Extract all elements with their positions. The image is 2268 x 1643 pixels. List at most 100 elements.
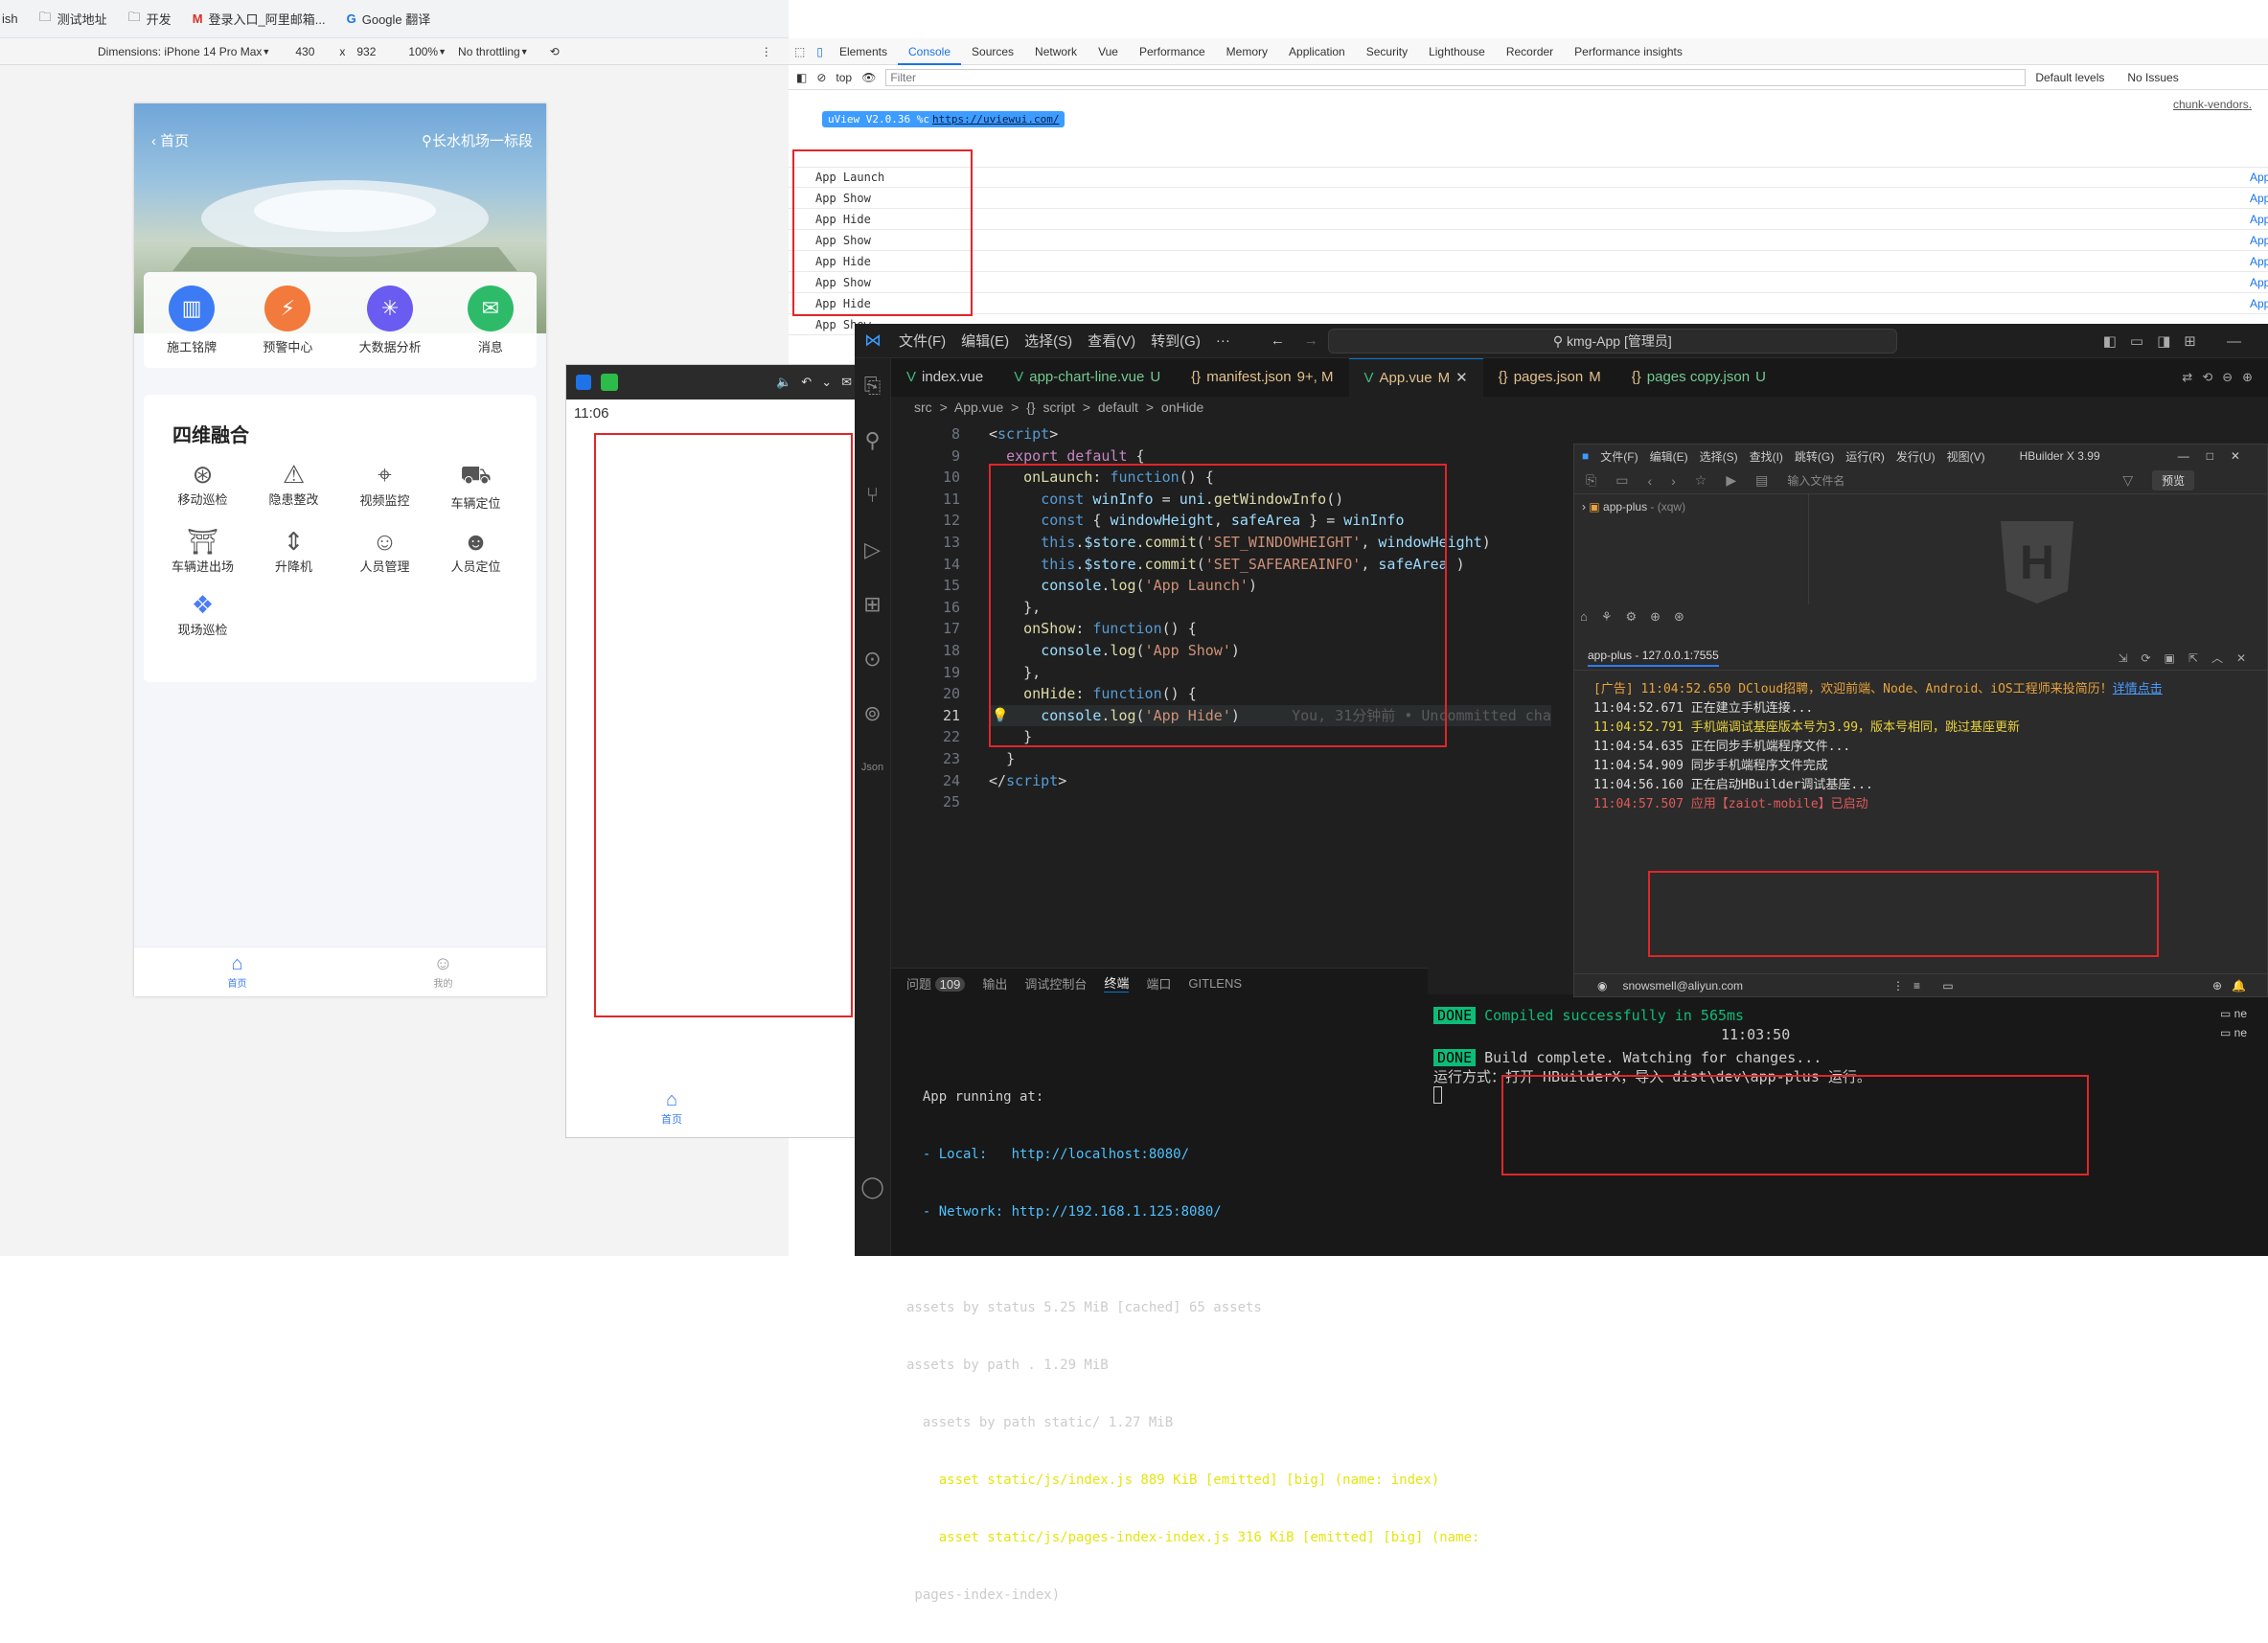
remote-icon[interactable]: ⊚ [855,686,890,741]
terminal-list[interactable]: ▭ ne ▭ ne [2211,994,2268,1052]
console-tab-label[interactable]: app-plus - 127.0.0.1:7555 [1588,649,1719,667]
run-icon[interactable]: ▶ [1726,472,1736,489]
menu-item-bigdata[interactable]: ✳ 大数据分析 [359,285,422,355]
grid-item[interactable]: ⚠ 隐患整改 [248,460,339,512]
tab-sources[interactable]: Sources [961,38,1024,65]
run-debug-icon[interactable]: ▷ [855,522,890,577]
grid-item[interactable]: ⊛ 移动巡检 [157,460,248,512]
grid-item[interactable]: ⇕ 升降机 [248,527,339,575]
tab-pages-json[interactable]: {} pages.json M [1483,358,1616,397]
menu-item[interactable]: 选择(S) [1700,448,1738,465]
tab-problems[interactable]: 问题 109 [906,974,966,993]
menu-item-sign[interactable]: ▥ 施工铭牌 [167,285,217,355]
tab-pages-copy[interactable]: {} pages copy.json U [1616,358,1781,397]
back-link[interactable]: ‹ 首页 [151,130,189,150]
file-search[interactable]: 输入文件名 [1787,472,2103,489]
account-label[interactable]: snowsmell@aliyun.com [1622,979,1743,993]
terminal-output[interactable]: App running at: - Local: http://localhos… [891,997,1479,1643]
bookmark-item[interactable]: 🗀 开发 [128,9,172,30]
tab-app-chart-line[interactable]: Vapp-chart-line.vue U [998,358,1176,397]
menu-item-alert[interactable]: ⚡ 预警中心 [263,285,312,355]
crumb[interactable]: default [1098,399,1138,415]
crumb[interactable]: onHide [1161,399,1203,415]
filter-icon[interactable]: ▽ [2122,472,2133,489]
menu-item[interactable]: 文件(F) [1600,448,1638,465]
tab-terminal[interactable]: 终端 [1104,973,1130,993]
context-select[interactable]: top [836,71,852,84]
menu-item[interactable]: 查找(I) [1750,448,1783,465]
levels-select[interactable]: Default levels [2035,71,2104,84]
source-link[interactable]: App [2250,188,2268,209]
volume-icon[interactable]: 🔈 [776,375,791,390]
height-input[interactable]: 932 [356,45,376,58]
chunk-link[interactable]: chunk-vendors. [2173,98,2252,111]
source-link[interactable]: App [2250,293,2268,314]
bookmark-item[interactable]: 🗀 测试地址 [39,9,107,30]
tab-home[interactable]: ⌂ 首页 [643,1089,700,1127]
menu-item-message[interactable]: ✉ 消息 [467,285,514,355]
bookmark-item[interactable]: M 登录入口_阿里邮箱... [193,10,326,28]
extensions-icon[interactable]: ⊞ [855,577,890,631]
save-icon[interactable]: ▭ [1615,472,1628,489]
menu-item[interactable]: 文件(F) [891,331,953,351]
tab-lighthouse[interactable]: Lighthouse [1418,38,1496,65]
back-arrow-icon[interactable]: ← [1238,332,1294,349]
bookmark-item[interactable]: G Google 翻译 [347,10,431,28]
crumb[interactable]: {} script [1026,399,1075,415]
source-link[interactable]: App [2250,230,2268,251]
star-icon[interactable]: ☆ [1695,472,1707,489]
tab-application[interactable]: Application [1278,38,1356,65]
notify-icons[interactable]: ⊕🔔 [2212,979,2268,993]
sidebar-icon[interactable]: ◧ [796,71,807,84]
tab-debug-console[interactable]: 调试控制台 [1024,974,1087,993]
chevron-down-icon[interactable]: ⌄ [821,375,832,390]
tab-security[interactable]: Security [1356,38,1418,65]
ad-link[interactable]: 详情点击 [2113,682,2163,696]
tab-app-vue[interactable]: V App.vue M ✕ [1348,358,1483,397]
editor-actions[interactable]: ⇄⟲⊖⊕ [2182,358,2268,397]
window-controls[interactable]: —□✕ [2178,449,2267,463]
tab-output[interactable]: 输出 [982,974,1007,993]
account-icon[interactable]: ◯ [855,1159,890,1214]
tab-home[interactable]: ⌂ 首页 [134,947,340,996]
tab-network[interactable]: Network [1024,38,1088,65]
tab-manifest[interactable]: {} manifest.json 9+, M [1176,358,1348,397]
dimensions-select[interactable]: Dimensions: iPhone 14 Pro Max [98,45,262,58]
tab-performance[interactable]: Performance [1129,38,1216,65]
menu-item[interactable]: 运行(R) [1845,448,1885,465]
crumb[interactable]: src [914,399,932,415]
menu-item[interactable]: 视图(V) [1947,448,1985,465]
tab-index-vue[interactable]: Vindex.vue [891,358,998,397]
tab-performance-insights[interactable]: Performance insights [1564,38,1693,65]
menu-item[interactable]: 跳转(G) [1795,448,1834,465]
grid-item[interactable]: ⛩ 车辆进出场 [157,527,248,575]
back-icon[interactable]: ‹ [1647,473,1652,489]
grid-item[interactable]: ☺ 人员管理 [339,527,430,575]
source-link[interactable]: App [2250,167,2268,188]
grid-item[interactable]: ⛟ 车辆定位 [430,460,521,512]
device-icon[interactable]: ▯ [811,45,829,58]
tab-elements[interactable]: Elements [829,38,898,65]
grid-item[interactable]: ⌖ 视频监控 [339,460,430,512]
console-actions[interactable]: ⇲⟳▣⇱︿✕ [2118,650,2268,666]
tab-memory[interactable]: Memory [1216,38,1278,65]
hb-console[interactable]: [广告] 11:04:52.650 DCloud招聘，欢迎前端、Node、And… [1593,680,2255,814]
eye-icon[interactable]: 👁 [861,71,876,84]
throttle-select[interactable]: No throttling [458,45,520,58]
menu-item[interactable]: 编辑(E) [953,331,1017,351]
grid-item[interactable]: ❖ 现场巡检 [157,590,248,638]
tab-mine[interactable]: ☺ 我的 [340,947,546,996]
mail-icon[interactable]: ✉ [841,375,852,390]
preview-button[interactable]: 预览 [2152,470,2195,491]
new-icon[interactable]: ⎘ [1586,472,1596,489]
menu-item[interactable]: 编辑(E) [1650,448,1688,465]
inspect-icon[interactable]: ⬚ [789,45,811,58]
tab-gitlens[interactable]: GITLENS [1188,976,1242,991]
bookmark-item[interactable]: ish [2,11,18,26]
command-search[interactable]: ⚲ kmg-App [管理员] [1327,328,1897,354]
json-icon[interactable]: Json [855,741,890,795]
search-icon[interactable]: ⚲ [855,413,890,468]
menu-item[interactable]: 发行(U) [1896,448,1936,465]
grid-item[interactable]: ☻ 人员定位 [430,527,521,575]
forward-arrow-icon[interactable]: → [1294,332,1328,349]
